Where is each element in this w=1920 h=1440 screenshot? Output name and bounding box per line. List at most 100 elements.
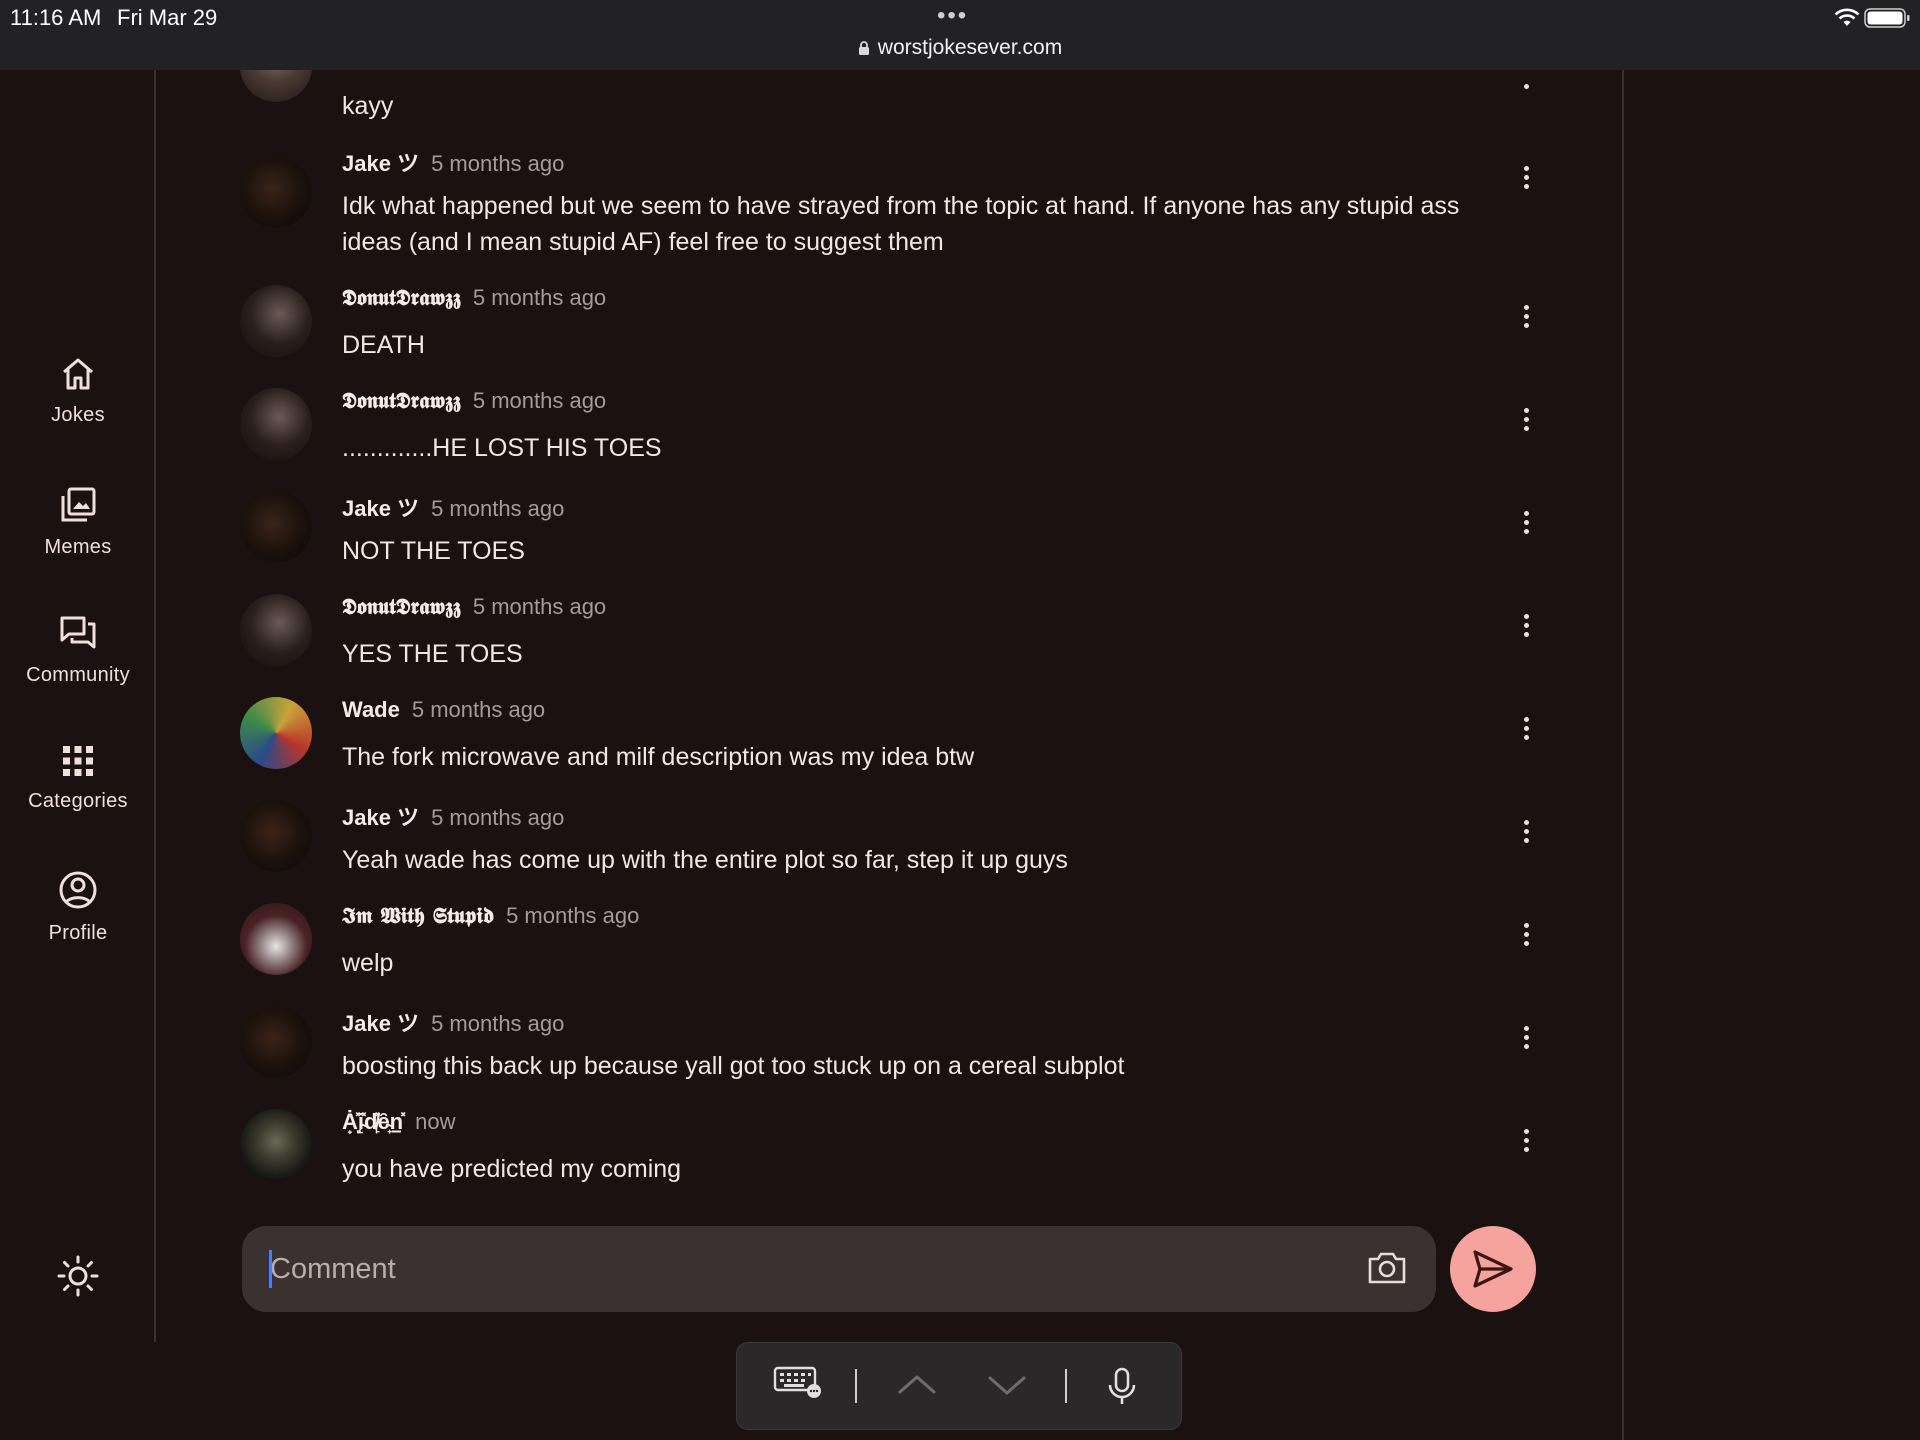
nav-memes[interactable]: Memes [0, 486, 156, 559]
more-options-icon[interactable] [1514, 1125, 1538, 1165]
comment-author[interactable]: Jake ツ [342, 151, 419, 176]
send-button[interactable] [1450, 1226, 1536, 1312]
comment-author[interactable]: 𝕴𝖒 𝖂𝖎𝖙𝖍 𝕾𝖙𝖚𝖕𝖎𝖉 [342, 903, 494, 929]
send-icon [1473, 1250, 1513, 1288]
comment-text: NOT THE TOES [342, 537, 525, 565]
chevron-up-icon[interactable] [897, 1373, 937, 1395]
forum-icon [60, 616, 96, 649]
comment-time: 5 months ago [472, 594, 607, 619]
url-text: worstjokesever.com [877, 36, 1063, 59]
avatar[interactable] [240, 1109, 312, 1181]
toolbar-separator [1065, 1369, 1067, 1403]
comment-text: Idk what happened but we seem to have st… [342, 192, 1460, 256]
avatar[interactable] [240, 388, 312, 460]
more-options-icon[interactable] [1514, 713, 1538, 753]
comment-author[interactable]: Ȧ̟̽ͅį̴̽d̸̙̽ȇ̴̟n̠̽̽ [342, 1109, 403, 1134]
avatar[interactable] [240, 1006, 312, 1078]
comment-time: 5 months ago [431, 805, 565, 830]
comment-meta: Jake ツ 5 months ago [342, 1006, 564, 1038]
nav-jokes[interactable]: Jokes [0, 356, 156, 427]
more-options-icon[interactable] [1514, 507, 1538, 547]
comment-meta: 𝕯𝖔𝖓𝖚𝖙𝕯𝖗𝖆𝖜𝖟𝖟 5 months ago [342, 388, 606, 414]
home-icon [63, 358, 93, 390]
comment-composer [242, 1226, 1436, 1312]
keyboard-icon[interactable] [773, 1365, 823, 1399]
avatar[interactable] [240, 800, 312, 872]
comment-time: 5 months ago [472, 285, 607, 310]
comment-text: Yeah wade has come up with the entire pl… [342, 846, 1068, 874]
comment-text: DEATH [342, 331, 425, 359]
comment-time: 5 months ago [411, 697, 546, 722]
multitasking-dots[interactable]: ••• [937, 2, 968, 30]
nav-label-jokes: Jokes [51, 404, 105, 426]
side-nav: Jokes Memes Community Categories Profile [0, 70, 156, 1342]
comment-time: 5 months ago [431, 1011, 565, 1036]
sun-icon[interactable] [56, 1254, 100, 1298]
nav-label-community: Community [26, 664, 130, 686]
comment-meta: 𝕴𝖒 𝖂𝖎𝖙𝖍 𝕾𝖙𝖚𝖕𝖎𝖉 5 months ago [342, 903, 639, 929]
more-options-icon[interactable] [1514, 919, 1538, 959]
text-caret [269, 1250, 272, 1288]
nav-community[interactable]: Community [0, 614, 156, 687]
more-options-icon[interactable] [1514, 610, 1538, 650]
comment-author[interactable]: Jake ツ [342, 496, 419, 521]
comment-author[interactable]: Jake ツ [342, 1011, 419, 1036]
comment-time: 5 months ago [472, 388, 607, 413]
status-time: 11:16 AM [10, 5, 102, 30]
address-bar[interactable]: worstjokesever.com [0, 36, 1920, 60]
comment-text: welp [342, 949, 394, 977]
avatar[interactable] [240, 594, 312, 666]
comment-meta: 𝕯𝖔𝖓𝖚𝖙𝕯𝖗𝖆𝖜𝖟𝖟 5 months ago [342, 285, 606, 311]
avatar[interactable] [240, 285, 312, 357]
more-options-icon[interactable] [1514, 816, 1538, 856]
comment-text: boosting this back up because yall got t… [342, 1052, 1125, 1080]
microphone-icon[interactable] [1107, 1367, 1137, 1407]
comment-meta: Jake ツ 5 months ago [342, 491, 564, 523]
account-icon [59, 871, 97, 909]
comment-author[interactable]: 𝕯𝖔𝖓𝖚𝖙𝕯𝖗𝖆𝖜𝖟𝖟 [342, 285, 461, 311]
comment-author[interactable]: 𝕯𝖔𝖓𝖚𝖙𝕯𝖗𝖆𝖜𝖟𝖟 [342, 388, 461, 414]
keyboard-accessory-bar [736, 1342, 1182, 1430]
comment-text: The fork microwave and milf description … [342, 743, 975, 771]
more-options-icon[interactable] [1514, 301, 1538, 341]
nav-profile[interactable]: Profile [0, 870, 156, 945]
images-icon [61, 487, 96, 522]
battery-icon [1864, 8, 1910, 28]
comment-meta: Jake ツ 5 months ago [342, 800, 564, 832]
avatar[interactable] [240, 70, 312, 102]
comment-list: kayy Jake ツ 5 months ago Idk what happene… [240, 70, 1550, 1220]
comment-author[interactable]: Wade [342, 697, 400, 722]
comment-author[interactable]: 𝕯𝖔𝖓𝖚𝖙𝕯𝖗𝖆𝖜𝖟𝖟 [342, 594, 461, 620]
comment-input[interactable] [270, 1226, 1330, 1312]
wifi-icon [1834, 8, 1860, 26]
avatar[interactable] [240, 156, 312, 228]
more-options-icon[interactable] [1514, 404, 1538, 444]
comment-meta: Wade 5 months ago [342, 697, 545, 723]
more-options-icon[interactable] [1514, 1022, 1538, 1062]
content-divider [1622, 70, 1624, 1440]
status-date: Fri Mar 29 [117, 5, 218, 30]
avatar[interactable] [240, 903, 312, 975]
nav-label-memes: Memes [44, 536, 112, 558]
avatar[interactable] [240, 697, 312, 769]
comment-time: 5 months ago [431, 151, 565, 176]
comment-time: now [415, 1109, 456, 1134]
comment-meta: Ȧ̟̽ͅį̴̽d̸̙̽ȇ̴̟n̠̽̽ now [342, 1109, 455, 1135]
camera-icon[interactable] [1366, 1248, 1408, 1288]
more-options-icon[interactable] [1514, 80, 1538, 120]
comment-author[interactable]: Jake ツ [342, 805, 419, 830]
nav-categories[interactable]: Categories [0, 744, 156, 813]
nav-label-categories: Categories [28, 790, 128, 812]
comment-time: 5 months ago [506, 903, 640, 928]
comment-text: .............HE LOST HIS TOES [342, 434, 662, 462]
chevron-down-icon[interactable] [987, 1375, 1027, 1397]
toolbar-separator [855, 1369, 857, 1403]
comment-meta: Jake ツ 5 months ago [342, 146, 564, 178]
lock-icon [858, 41, 869, 55]
comment-time: 5 months ago [431, 496, 565, 521]
comment-text: you have predicted my coming [342, 1155, 682, 1183]
avatar[interactable] [240, 491, 312, 563]
grid-icon [63, 746, 93, 776]
more-options-icon[interactable] [1514, 162, 1538, 202]
comment-meta: 𝕯𝖔𝖓𝖚𝖙𝕯𝖗𝖆𝖜𝖟𝖟 5 months ago [342, 594, 606, 620]
